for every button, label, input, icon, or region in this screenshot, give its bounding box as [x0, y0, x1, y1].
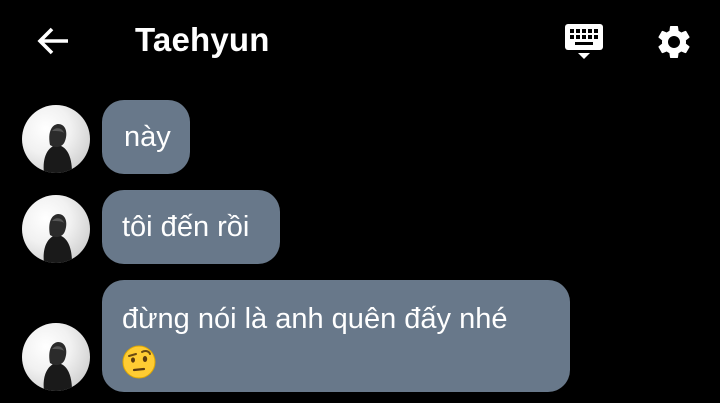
- chat-title: Taehyun: [135, 21, 270, 58]
- keyboard-button[interactable]: [563, 22, 607, 62]
- avatar[interactable]: [22, 323, 90, 391]
- gear-icon: [658, 25, 690, 58]
- face-with-raised-eyebrow-icon: [122, 345, 156, 379]
- message-text: này: [124, 121, 171, 153]
- message-text: đừng nói là anh quên đấy nhé: [122, 303, 508, 335]
- back-button[interactable]: [34, 24, 72, 58]
- avatar-photo: [43, 124, 72, 173]
- keyboard-icon: [565, 24, 603, 59]
- settings-button[interactable]: [652, 20, 696, 64]
- avatar-photo: [43, 214, 72, 263]
- message-bubble[interactable]: này: [102, 100, 190, 174]
- message-bubble[interactable]: đừng nói là anh quên đấy nhé: [102, 280, 570, 392]
- message-text: tôi đến rồi: [122, 211, 250, 243]
- top-bar: Taehyun: [0, 0, 720, 84]
- arrow-left-icon: [37, 27, 68, 55]
- message-bubble[interactable]: tôi đến rồi: [102, 190, 280, 264]
- avatar[interactable]: [22, 105, 90, 173]
- avatar-photo: [43, 342, 72, 391]
- avatar[interactable]: [22, 195, 90, 263]
